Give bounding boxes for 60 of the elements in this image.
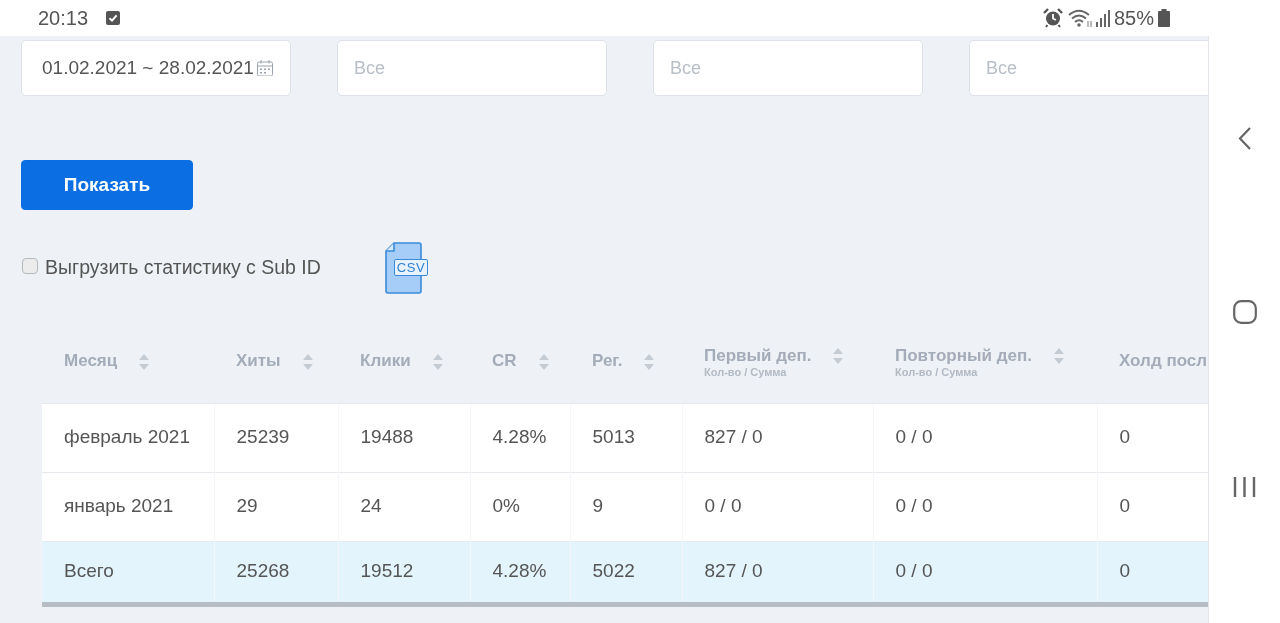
sort-icon[interactable] [644,353,655,370]
table-cell: 0 [1097,541,1208,604]
checkbox-label: Выгрузить статистику с Sub ID [45,255,321,281]
csv-download-button[interactable]: CSV [384,242,430,294]
table-cell: 24 [338,472,470,541]
select-field[interactable]: Все [337,40,607,96]
sort-icon[interactable] [139,353,150,370]
select-field[interactable]: Все [969,40,1208,96]
wifi-icon [1067,8,1093,28]
sort-icon[interactable] [1053,348,1064,365]
table-cell: 0 [1097,472,1208,541]
battery-level: 85% [1113,8,1154,28]
table-cell: 0 / 0 [873,403,1097,472]
column-header[interactable]: Рег. [592,352,655,371]
table-cell: 0 / 0 [873,541,1097,604]
table-cell: 25239 [214,403,338,472]
check-square-icon [106,11,121,25]
select-field[interactable]: Все [653,40,923,96]
signal-icon [1095,9,1110,27]
table-cell: 827 / 0 [682,541,873,604]
table-cell: 5013 [570,403,682,472]
sort-icon[interactable] [538,353,549,370]
table-cell: 0 [1097,403,1208,472]
battery-icon [1158,9,1170,27]
column-header[interactable]: Хиты [236,352,313,371]
table-cell: февраль 2021 [42,403,214,472]
alarm-clock-icon [1042,8,1063,28]
table-cell: 4.28% [470,403,570,472]
home-icon[interactable] [1232,300,1257,324]
table-cell: 0 / 0 [682,472,873,541]
table-cell: 29 [214,472,338,541]
column-header[interactable]: CR [492,352,549,371]
sort-icon[interactable] [432,353,443,370]
table-cell: 0 / 0 [873,472,1097,541]
column-header[interactable]: Первый деп. [704,346,844,366]
table-cell: 9 [570,472,682,541]
table-cell: 25268 [214,541,338,604]
column-subheader: Кол-во / Сумма [895,365,978,379]
table-cell: 0% [470,472,570,541]
calendar-icon[interactable] [257,60,273,76]
show-button[interactable]: Показать [21,160,193,210]
column-header: Холд посл [1119,352,1208,371]
sort-icon[interactable] [302,353,313,370]
table-cell: январь 2021 [42,472,214,541]
back-icon[interactable] [1237,127,1252,150]
table-cell: 4.28% [470,541,570,604]
table-cell: 827 / 0 [682,403,873,472]
column-subheader: Кол-во / Сумма [704,365,787,379]
column-header[interactable]: Повторный деп. [895,346,1064,366]
table-cell: 19512 [338,541,470,604]
export-checkbox[interactable] [22,258,38,274]
table-cell: 19488 [338,403,470,472]
recent-apps-icon[interactable] [1233,476,1256,498]
table-cell: Всего [42,541,214,604]
table-cell: 5022 [570,541,682,604]
column-header[interactable]: Месяц [64,352,150,371]
date-range-field[interactable]: 01.02.2021 ~ 28.02.2021 [21,40,291,96]
column-header[interactable]: Клики [360,352,443,371]
sort-icon[interactable] [833,348,844,365]
status-time: 20:13 [38,8,89,28]
